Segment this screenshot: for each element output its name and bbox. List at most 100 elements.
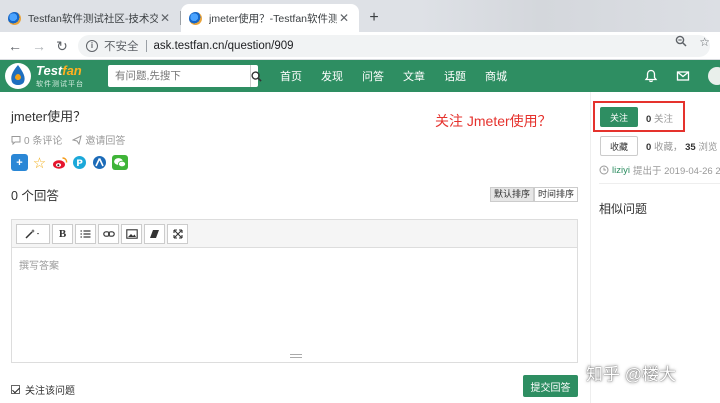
question-sidebar: 关注 0 关注 收藏 0 收藏， 35 浏览 liziyi 提出于 2019-0… (590, 92, 720, 403)
answer-editor: B 撰写答案 (11, 219, 578, 363)
question-meta: 0 条评论 邀请回答 (11, 132, 125, 147)
logo-text-main: Test (36, 63, 63, 78)
image-icon (125, 228, 138, 239)
follow-count-number: 0 (646, 114, 652, 125)
close-tab-icon[interactable]: ✕ (337, 11, 351, 25)
answer-count: 0 个回答 (11, 189, 59, 203)
wechat-icon[interactable] (111, 154, 128, 171)
renren-icon[interactable] (91, 154, 108, 171)
submit-answer-button[interactable]: 提交回答 (523, 375, 578, 397)
search-icon (251, 70, 262, 82)
clock-icon (599, 165, 609, 175)
eraser-icon (150, 229, 159, 238)
site-header: Testfan 软件测试平台 首页 发现 问答 文章 话题 商城 (0, 60, 720, 92)
similar-questions-title: 相似问题 (599, 202, 648, 216)
nav-shop[interactable]: 商城 (485, 68, 507, 84)
zoom-icon[interactable] (675, 35, 687, 50)
new-tab-plus-icon[interactable]: + (364, 8, 384, 28)
paper-plane-icon (72, 134, 83, 145)
nav-discover[interactable]: 发现 (321, 68, 343, 84)
eraser-button[interactable] (144, 223, 165, 244)
omnibox[interactable]: i 不安全 ask.testfan.cn/question/909 (78, 35, 710, 57)
watermark-text: 知乎 @楼大 (586, 365, 676, 384)
close-tab-icon[interactable]: ✕ (158, 11, 172, 25)
magic-wand-icon (25, 228, 39, 239)
link-icon (102, 230, 115, 237)
info-icon[interactable]: i (86, 40, 98, 52)
header-icons (644, 60, 720, 92)
nav-home[interactable]: 首页 (280, 68, 302, 84)
nav-articles[interactable]: 文章 (403, 68, 425, 84)
security-label: 不安全 (104, 41, 139, 53)
bookmark-star-icon[interactable]: ☆ (699, 35, 710, 50)
editor-toolbar: B (12, 220, 577, 248)
fullscreen-button[interactable] (167, 223, 188, 244)
testfan-logo-icon[interactable] (3, 61, 33, 91)
tab-title: jmeter使用？-Testfan软件测试 (209, 12, 337, 25)
invite-label: 邀请回答 (85, 136, 126, 147)
main-nav: 首页 发现 问答 文章 话题 商城 (280, 60, 526, 92)
share-icons: + ☆ P (11, 154, 128, 172)
invite-link[interactable]: 邀请回答 (72, 132, 125, 147)
asked-date: 提出于 2019-04-26 20 (632, 166, 720, 177)
nav-qa[interactable]: 问答 (362, 68, 384, 84)
comment-icon (11, 135, 21, 145)
search-button[interactable] (250, 65, 262, 87)
comments-label: 0 条评论 (24, 136, 63, 147)
tabbar-background (420, 0, 720, 32)
asker-link[interactable]: liziyi (612, 165, 630, 176)
answer-textarea[interactable]: 撰写答案 (12, 248, 577, 281)
browser-tab-1[interactable]: Testfan软件测试社区-技术交流 ✕ (0, 4, 180, 32)
pinyin-icon[interactable]: P (71, 154, 88, 171)
comments-link[interactable]: 0 条评论 (11, 132, 62, 147)
search-input[interactable] (108, 65, 250, 87)
svg-text:P: P (76, 159, 83, 169)
list-button[interactable] (75, 223, 96, 244)
question-main: jmeter使用？ 关注 Jmeter使用？ 0 条评论 邀请回答 + ☆ P … (0, 92, 590, 403)
link-button[interactable] (98, 223, 119, 244)
back-arrow-icon[interactable]: ← (6, 37, 24, 55)
nav-topics[interactable]: 话题 (444, 68, 466, 84)
follow-question-label: 关注该问题 (25, 386, 75, 397)
logo-text-accent: fan (62, 63, 82, 78)
question-title: jmeter使用？ (11, 109, 87, 124)
ordered-list-icon (80, 229, 91, 238)
expand-icon (172, 228, 183, 239)
sort-toggle: 默认排序 时间排序 (489, 187, 578, 202)
follow-question-checkbox[interactable]: 关注该问题 (11, 382, 75, 397)
follow-count-unit: 关注 (653, 114, 673, 125)
sort-default-button[interactable]: 默认排序 (489, 187, 534, 202)
follow-count: 0 关注 (646, 111, 673, 125)
resize-handle-icon[interactable] (290, 354, 302, 358)
reload-icon[interactable]: ↻ (53, 37, 71, 55)
user-avatar[interactable] (708, 67, 720, 85)
mail-icon[interactable] (676, 69, 690, 83)
forward-arrow-icon[interactable]: → (30, 37, 48, 55)
plus-icon[interactable]: + (11, 154, 28, 171)
follow-button[interactable]: 关注 (600, 107, 638, 127)
collect-unit: 收藏， (653, 142, 683, 153)
site-favicon-icon (189, 11, 202, 25)
magic-wand-dropdown[interactable] (16, 223, 50, 244)
image-button[interactable] (121, 223, 142, 244)
logo-text[interactable]: Testfan (36, 64, 82, 77)
view-count: 35 (685, 142, 696, 153)
annotation-text: 关注 Jmeter使用？ (435, 113, 552, 129)
omnibox-actions: ☆ (675, 35, 710, 50)
browser-tab-2[interactable]: jmeter使用？-Testfan软件测试 ✕ (181, 4, 359, 32)
bold-button[interactable]: B (52, 223, 73, 244)
site-favicon-icon (8, 11, 21, 25)
view-unit: 浏览 (698, 142, 718, 153)
tab-title: Testfan软件测试社区-技术交流 (28, 12, 158, 25)
asked-info: liziyi 提出于 2019-04-26 20 (599, 163, 720, 177)
browser-tab-bar: Testfan软件测试社区-技术交流 ✕ jmeter使用？-Testfan软件… (0, 0, 720, 32)
url-text[interactable]: ask.testfan.cn/question/909 (154, 40, 294, 52)
weibo-icon[interactable] (51, 154, 68, 171)
bell-icon[interactable] (644, 69, 658, 83)
sort-time-button[interactable]: 时间排序 (533, 187, 578, 202)
checkbox-checked-icon[interactable] (11, 385, 20, 394)
collect-count: 0 (646, 142, 652, 153)
site-search (108, 65, 262, 87)
collect-button[interactable]: 收藏 (600, 136, 638, 156)
star-icon[interactable]: ☆ (31, 154, 48, 172)
